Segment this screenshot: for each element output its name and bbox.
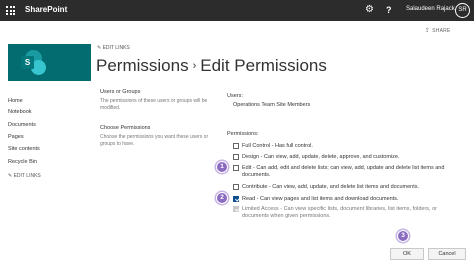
suite-bar: SharePoint ⚙ ? Salaudeen Rajack SR — [0, 0, 474, 21]
users-label: Users: — [227, 93, 243, 99]
edit-checkbox[interactable] — [233, 165, 239, 171]
permissions-section-description: Choose the permissions you want these us… — [100, 134, 209, 147]
pencil-icon: ✎ — [8, 173, 13, 179]
step-marker-1: 1 — [216, 161, 228, 173]
nav-item-notebook[interactable]: Notebook — [8, 109, 32, 115]
share-label: SHARE — [432, 28, 451, 34]
title-current-page: Edit Permissions — [200, 56, 327, 75]
contribute-label: Contribute - Can view, add, update, and … — [242, 183, 420, 190]
users-section-heading: Users or Groups — [100, 89, 141, 95]
logo-letter: S — [21, 56, 34, 69]
edit-links-nav-button[interactable]: ✎ EDIT LINKS — [8, 173, 41, 179]
nav-item-recycle-bin[interactable]: Recycle Bin — [8, 159, 37, 165]
cancel-button[interactable]: Cancel — [428, 248, 466, 260]
design-label: Design - Can view, add, update, delete, … — [242, 153, 400, 160]
read-checkbox[interactable] — [233, 196, 239, 202]
edit-links-label: EDIT LINKS — [13, 173, 41, 179]
nav-item-site-contents[interactable]: Site contents — [8, 146, 40, 152]
app-launcher-icon — [6, 6, 15, 15]
share-button[interactable]: ⇪ SHARE — [425, 27, 450, 34]
edit-links-label: EDIT LINKS — [102, 45, 130, 51]
title-breadcrumb-permissions[interactable]: Permissions — [96, 56, 189, 75]
full-control-label: Full Control - Has full control. — [242, 142, 313, 149]
help-icon[interactable]: ? — [386, 4, 392, 16]
permissions-section-heading: Choose Permissions — [100, 125, 151, 131]
read-label: Read - Can view pages and list items and… — [242, 195, 399, 202]
step-marker-2: 2 — [216, 192, 228, 204]
nav-item-pages[interactable]: Pages — [8, 134, 24, 140]
permissions-label: Permissions: — [227, 131, 259, 137]
breadcrumb-separator-icon: › — [192, 60, 197, 72]
gear-icon[interactable]: ⚙ — [365, 4, 374, 16]
app-launcher-button[interactable] — [0, 0, 21, 21]
full-control-checkbox[interactable] — [233, 143, 239, 149]
nav-item-documents[interactable]: Documents — [8, 122, 36, 128]
share-icon: ⇪ — [425, 28, 431, 34]
edit-links-top-button[interactable]: ✎ EDIT LINKS — [97, 45, 130, 51]
app-name[interactable]: SharePoint — [25, 5, 67, 14]
page-title: Permissions › Edit Permissions — [96, 56, 327, 76]
site-logo[interactable]: S — [8, 44, 91, 81]
edit-label: Edit - Can add, edit and delete lists; c… — [242, 164, 445, 178]
pencil-icon: ✎ — [97, 45, 102, 51]
contribute-checkbox[interactable] — [233, 184, 239, 190]
users-value: Operations Team Site Members — [233, 102, 311, 108]
nav-item-home[interactable]: Home — [8, 98, 23, 104]
user-name[interactable]: Salaudeen Rajack — [406, 6, 455, 12]
step-marker-3: 3 — [397, 230, 409, 242]
limited-access-checkbox — [233, 206, 239, 212]
sharepoint-logo-icon: S — [21, 50, 46, 75]
ok-button[interactable]: OK — [390, 248, 424, 260]
limited-access-label: Limited Access - Can view specific lists… — [242, 205, 438, 219]
avatar[interactable]: SR — [455, 3, 470, 18]
users-section-description: The permissions of these users or groups… — [100, 98, 208, 111]
design-checkbox[interactable] — [233, 154, 239, 160]
